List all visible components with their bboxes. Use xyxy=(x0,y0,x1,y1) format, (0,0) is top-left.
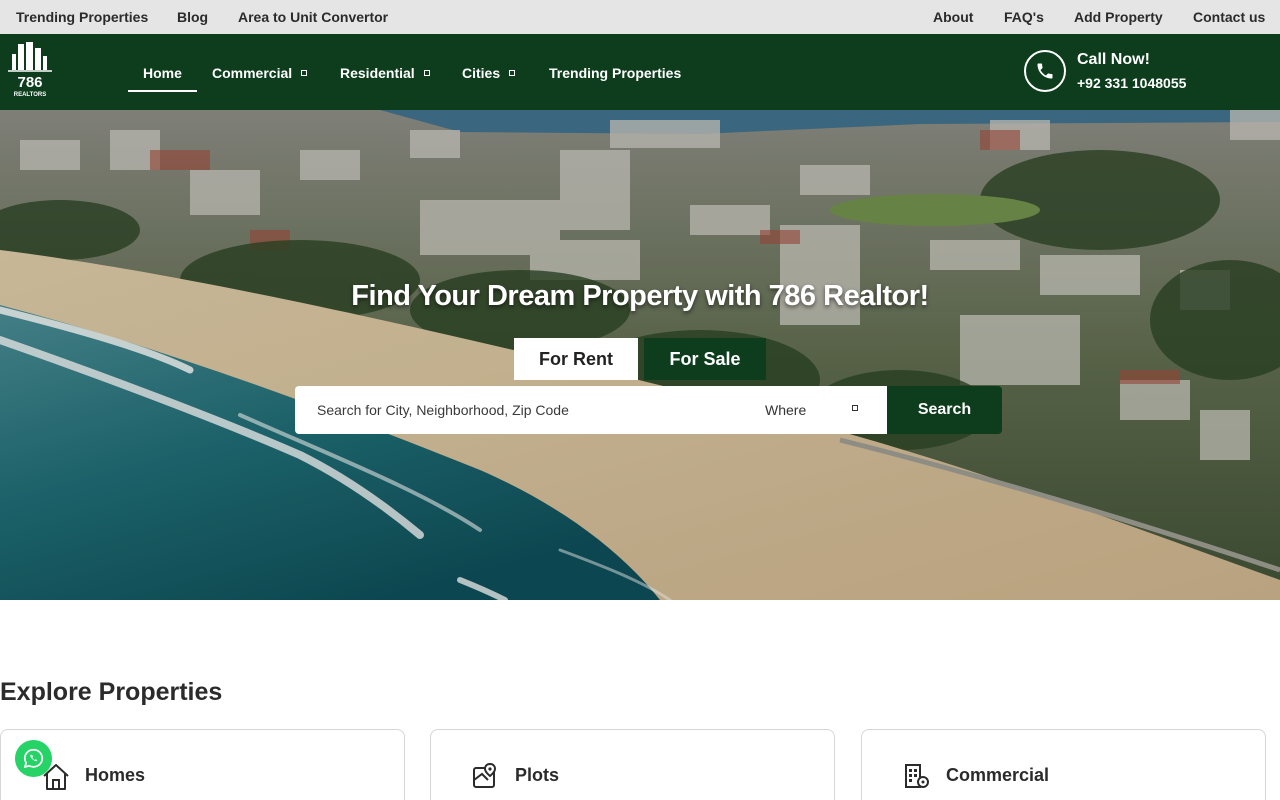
call-phone-number[interactable]: +92 331 1048055 xyxy=(1077,75,1186,91)
map-pin-icon xyxy=(471,762,499,795)
search-bar: Where xyxy=(295,386,887,434)
top-link-contact-us[interactable]: Contact us xyxy=(1193,9,1265,25)
main-navigation: 786 REALTORS Home Commercial Residential… xyxy=(0,34,1280,110)
whatsapp-icon[interactable] xyxy=(15,740,52,777)
property-card-commercial[interactable]: Commercial xyxy=(861,729,1266,800)
nav-item-commercial[interactable]: Commercial xyxy=(212,65,308,81)
where-dropdown-label: Where xyxy=(765,402,807,418)
logo-brand-text: REALTORS xyxy=(14,92,46,98)
top-link-about[interactable]: About xyxy=(933,9,973,25)
explore-properties-heading: Explore Properties xyxy=(0,678,223,706)
chevron-down-icon xyxy=(301,70,308,76)
search-button[interactable]: Search xyxy=(887,386,1002,434)
hero-title: Find Your Dream Property with 786 Realto… xyxy=(351,280,929,312)
nav-item-residential[interactable]: Residential xyxy=(340,65,430,81)
card-label: Plots xyxy=(515,765,560,785)
nav-item-label: Home xyxy=(143,65,182,81)
logo-number-text: 786 xyxy=(17,74,42,91)
hero-banner: Find Your Dream Property with 786 Realto… xyxy=(0,110,1280,600)
top-utility-bar: Trending Properties Blog Area to Unit Co… xyxy=(0,0,1280,34)
phone-icon[interactable] xyxy=(1024,50,1066,92)
brand-logo[interactable]: 786 REALTORS xyxy=(4,42,56,102)
top-link-trending-properties[interactable]: Trending Properties xyxy=(16,9,148,25)
building-icon xyxy=(902,762,930,795)
property-card-plots[interactable]: Plots xyxy=(430,729,835,800)
call-now-label: Call Now! xyxy=(1077,51,1150,68)
for-rent-tab[interactable]: For Rent xyxy=(514,338,638,380)
hero-background-image xyxy=(0,110,1280,600)
nav-item-label: Cities xyxy=(462,65,501,81)
card-label: Homes xyxy=(85,765,146,785)
search-input[interactable] xyxy=(295,386,735,434)
chevron-down-icon xyxy=(509,70,516,76)
property-card-homes[interactable]: Homes xyxy=(0,729,405,800)
for-sale-tab[interactable]: For Sale xyxy=(644,338,766,380)
nav-active-indicator xyxy=(128,90,197,92)
top-link-blog[interactable]: Blog xyxy=(177,9,208,25)
nav-item-trending-properties[interactable]: Trending Properties xyxy=(549,65,681,81)
nav-item-home[interactable]: Home xyxy=(143,65,182,81)
chevron-down-icon xyxy=(423,70,430,76)
top-link-add-property[interactable]: Add Property xyxy=(1074,9,1163,25)
nav-item-label: Commercial xyxy=(212,65,293,81)
nav-item-cities[interactable]: Cities xyxy=(462,65,516,81)
card-label: Commercial xyxy=(946,765,1050,785)
nav-item-label: Trending Properties xyxy=(549,65,682,81)
top-link-faqs[interactable]: FAQ's xyxy=(1004,9,1044,25)
chevron-down-icon xyxy=(852,405,858,411)
where-dropdown[interactable]: Where xyxy=(765,386,875,434)
nav-item-label: Residential xyxy=(340,65,415,81)
top-link-area-convertor[interactable]: Area to Unit Convertor xyxy=(238,9,388,25)
